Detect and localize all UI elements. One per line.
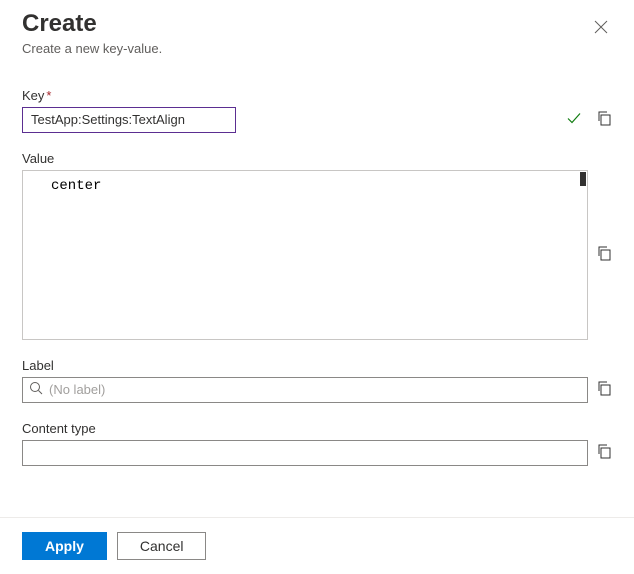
cancel-button[interactable]: Cancel xyxy=(117,532,207,560)
search-icon xyxy=(29,381,43,398)
copy-content-type-icon[interactable] xyxy=(596,443,612,462)
label-input[interactable] xyxy=(49,378,581,402)
key-label: Key* xyxy=(22,88,612,103)
footer: Apply Cancel xyxy=(0,517,634,574)
value-textarea[interactable] xyxy=(23,177,587,339)
page-title: Create xyxy=(22,10,162,39)
apply-button[interactable]: Apply xyxy=(22,532,107,560)
checkmark-icon xyxy=(566,110,582,129)
page-subtitle: Create a new key-value. xyxy=(22,41,162,56)
value-label: Value xyxy=(22,151,612,166)
copy-key-icon[interactable] xyxy=(596,110,612,129)
scrollbar[interactable] xyxy=(580,172,586,186)
content-type-label: Content type xyxy=(22,421,612,436)
label-field-label: Label xyxy=(22,358,612,373)
close-icon[interactable] xyxy=(590,16,612,42)
copy-value-icon[interactable] xyxy=(596,245,612,264)
required-marker: * xyxy=(46,88,51,103)
key-input[interactable] xyxy=(22,107,236,133)
copy-label-icon[interactable] xyxy=(596,380,612,399)
content-type-input[interactable] xyxy=(22,440,588,466)
